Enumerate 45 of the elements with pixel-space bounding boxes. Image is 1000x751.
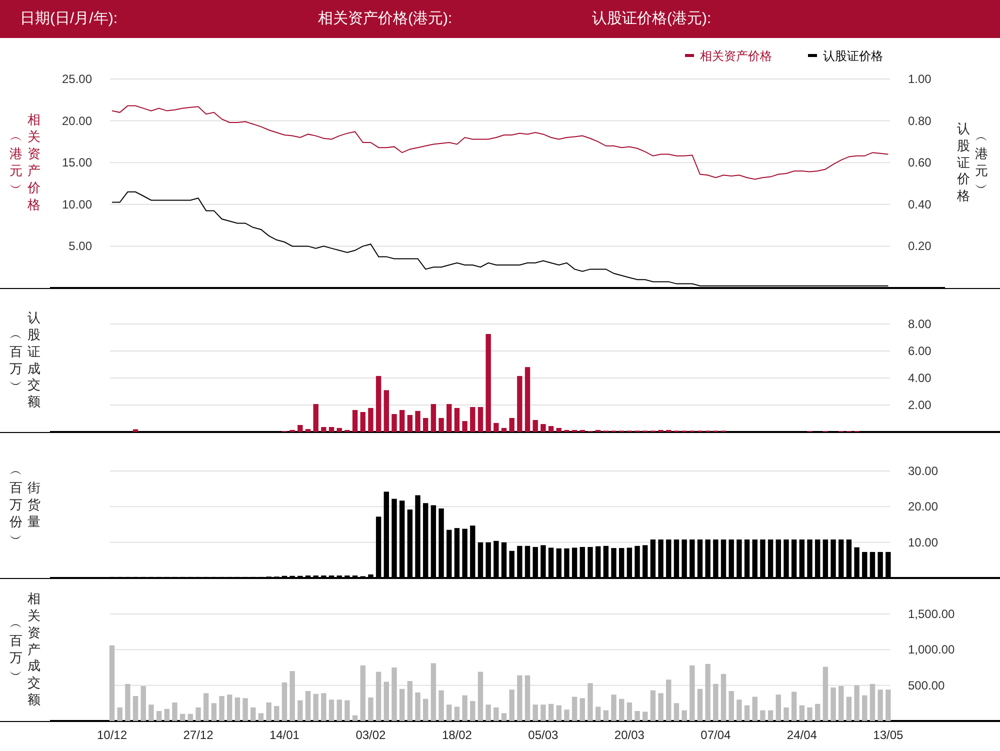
x-axis-date-label: 18/02 — [442, 728, 472, 742]
axis-tick-label: 0.60 — [908, 156, 932, 170]
legend-label: 相关资产价格 — [700, 49, 772, 63]
axis-tick-label: 500.00 — [908, 678, 945, 692]
axis-tick-label: 30.00 — [908, 464, 938, 478]
x-axis-date-label: 14/01 — [269, 728, 300, 742]
axis-tick-label: 15.00 — [62, 156, 92, 170]
axis-tick-label: 6.00 — [908, 344, 932, 358]
header-field-label: 日期(日/月/年): — [20, 8, 118, 29]
axis-unit-label: ︵港元︶ — [974, 129, 989, 197]
header-field-label: 认股证价格(港元): — [592, 8, 712, 29]
axis-title: 相关资产价格 — [26, 112, 42, 214]
axis-tick-label: 0.40 — [908, 197, 932, 212]
axis-title: 街货量 — [26, 480, 42, 531]
axis-unit-label: ︵港元︶ — [8, 129, 24, 197]
axis-tick-label: 1.00 — [908, 72, 932, 86]
x-axis-date-label: 27/12 — [183, 728, 214, 742]
axis-tick-label: 5.00 — [68, 239, 92, 254]
x-axis-date-label: 03/02 — [356, 728, 386, 742]
axis-tick-label: 20.00 — [62, 114, 92, 128]
axis-unit-label: ︵百万︶ — [8, 326, 24, 394]
x-axis-date-label: 05/03 — [528, 728, 558, 742]
axis-tick-label: 25.00 — [62, 72, 92, 86]
axis-tick-label: 20.00 — [908, 500, 938, 514]
x-axis-date-label: 24/04 — [786, 728, 817, 742]
axis-title: 认股证成交额 — [26, 310, 42, 412]
axis-tick-label: 10.00 — [62, 197, 92, 212]
axis-tick-label: 4.00 — [908, 371, 932, 385]
axis-tick-label: 8.00 — [908, 317, 932, 331]
axis-unit-label: ︵百万份︶ — [8, 463, 24, 548]
axis-title: 相关资产成交额 — [26, 590, 42, 710]
legend-label: 认股证价格 — [823, 49, 883, 63]
axis-tick-label: 0.20 — [908, 239, 932, 254]
header-field-label: 相关资产价格(港元): — [318, 8, 454, 29]
axis-tick-label: 10.00 — [908, 535, 938, 550]
x-axis-date-label: 10/12 — [96, 728, 128, 742]
axis-title: 认股证价格 — [956, 120, 971, 206]
x-axis-date-label: 20/03 — [614, 728, 644, 742]
x-axis-date-label: 13/05 — [873, 728, 904, 742]
axis-tick-label: 1,000.00 — [908, 642, 955, 657]
axis-tick-label: 2.00 — [908, 398, 932, 412]
axis-unit-label: ︵百万︶ — [8, 616, 24, 684]
axis-tick-label: 1,500.00 — [908, 607, 955, 621]
axis-tick-label: 0.80 — [908, 114, 932, 128]
x-axis-date-label: 07/04 — [700, 728, 731, 742]
